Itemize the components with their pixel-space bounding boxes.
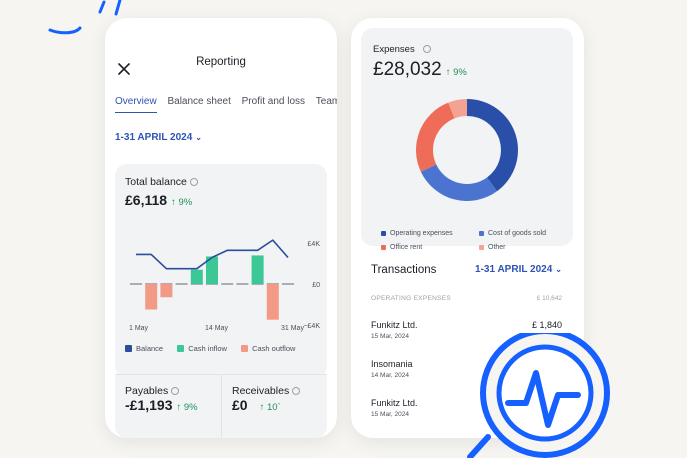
transactions-date-selector[interactable]: 1-31 APRIL 2024 ⌄ [475, 264, 562, 275]
reporting-screen: Reporting Overview Balance sheet Profit … [105, 18, 337, 438]
y-tick-label: £4K [308, 241, 321, 248]
transaction-date: 15 Mar, 2024 [371, 411, 409, 418]
donut-slice-office-rent [416, 102, 455, 172]
receivables-label-row: Receivables [232, 385, 301, 397]
legend-swatch-balance [125, 345, 132, 352]
transaction-date: 15 Mar, 2024 [371, 333, 409, 340]
receivables-card[interactable]: Receivables £0 ↑ 10` [232, 385, 301, 415]
cash-outflow-bar [160, 284, 173, 298]
y-tick-label: −£4K [303, 323, 320, 330]
legend-office-rent: Office rent [381, 244, 422, 251]
legend-label-office-rent: Office rent [390, 244, 423, 251]
date-range-label: 1-31 APRIL 2024 [115, 132, 193, 143]
legend-label-balance: Balance [136, 344, 164, 353]
legend-balance: Balance [125, 344, 163, 353]
legend-swatch-other [479, 245, 484, 250]
legend-other: Other [479, 244, 506, 251]
transactions-category-total: £ 10,642 [536, 295, 562, 302]
legend-operating-expenses: Operating expenses [381, 230, 453, 237]
chevron-down-icon: ⌄ [555, 265, 562, 274]
transaction-name: Funkitz Ltd. [371, 398, 418, 408]
expenses-card[interactable]: Expenses £28,032 ↑ 9% Operating expenses … [361, 28, 573, 251]
date-range-selector[interactable]: 1-31 APRIL 2024 ⌄ [115, 132, 202, 143]
transaction-amount: £ 1,840 [531, 320, 562, 330]
payables-label: Payables [125, 385, 169, 397]
donut-slice-cost-of-goods-sold [420, 164, 497, 202]
tab-balance-sheet[interactable]: Balance sheet [167, 96, 230, 112]
receivables-delta: ↑ 10` [259, 402, 281, 413]
transactions-date-label: 1-31 APRIL 2024 [475, 264, 553, 275]
donut-slice-operating-expenses [467, 99, 518, 192]
legend-label-cogs: Cost of goods sold [488, 230, 546, 237]
transactions-heading: Transactions [371, 264, 437, 276]
legend-swatch-operating [381, 231, 386, 236]
x-tick-label: 31 May [281, 325, 304, 332]
receivables-value: £0 [232, 397, 248, 413]
legend-swatch-cogs [479, 231, 484, 236]
expenses-donut-chart [416, 99, 518, 202]
tab-profit-and-loss[interactable]: Profit and loss [242, 96, 305, 112]
cash-outflow-bar [266, 284, 279, 320]
payables-label-row: Payables [125, 385, 198, 397]
transaction-name: Insomania [371, 359, 413, 369]
transaction-date: 14 Mar, 2024 [371, 372, 409, 379]
chevron-down-icon: ⌄ [195, 133, 202, 142]
info-icon[interactable] [292, 387, 301, 395]
cash-inflow-bar [251, 255, 264, 284]
transaction-row[interactable]: Funkitz Ltd. 15 Mar, 2024 £ 1,840 [371, 320, 564, 340]
balance-chart: £4K £0 −£4K 1 May 14 May 31 May [129, 239, 321, 332]
legend-swatch-cash-outflow [241, 345, 249, 352]
payables-card[interactable]: Payables -£1,193 ↑ 9% [125, 385, 198, 415]
payables-value: -£1,193 [125, 397, 173, 413]
cash-inflow-bar [190, 269, 203, 284]
chart-legend: Balance Cash inflow Cash outflow [125, 344, 307, 353]
tab-bar: Overview Balance sheet Profit and loss T… [115, 96, 337, 113]
info-icon[interactable] [171, 387, 180, 395]
legend-swatch-office-rent [381, 245, 386, 250]
y-tick-label: £0 [312, 282, 320, 289]
legend-cash-inflow: Cash inflow [177, 344, 227, 353]
x-tick-label: 1 May [129, 325, 149, 332]
payables-value-row: -£1,193 ↑ 9% [125, 397, 198, 415]
tab-team[interactable]: Team [316, 96, 337, 112]
receivables-label: Receivables [232, 385, 290, 397]
x-tick-label: 14 May [205, 325, 228, 332]
transaction-row[interactable]: Funkitz Ltd. 15 Mar, 2024 [371, 398, 564, 418]
payables-receivables-row: Payables -£1,193 ↑ 9% Receivables £0 ↑ 10` [115, 374, 327, 438]
transaction-row[interactable]: Insomania 14 Mar, 2024 [371, 359, 564, 379]
legend-label-operating: Operating expenses [390, 230, 453, 237]
legend-swatch-cash-inflow [177, 345, 185, 352]
legend-label-other: Other [488, 244, 506, 251]
legend-label-cash-outflow: Cash outflow [252, 344, 296, 353]
expenses-screen: Expenses £28,032 ↑ 9% Operating expenses … [351, 18, 584, 438]
transactions-category-label: OPERATING EXPENSES [371, 295, 452, 302]
receivables-value-row: £0 ↑ 10` [232, 397, 300, 415]
page-title: Reporting [196, 56, 246, 68]
legend-cost-of-goods-sold: Cost of goods sold [479, 230, 546, 237]
payables-delta: ↑ 9% [176, 402, 198, 413]
legend-cash-outflow: Cash outflow [241, 344, 295, 353]
tab-overview[interactable]: Overview [115, 96, 157, 113]
total-balance-card[interactable]: Total balance £6,118 ↑ 9% £4K £0 −£4K 1 May 1… [115, 164, 327, 378]
divider [221, 375, 222, 438]
cash-outflow-bar [145, 284, 158, 310]
legend-label-cash-inflow: Cash inflow [188, 344, 227, 353]
